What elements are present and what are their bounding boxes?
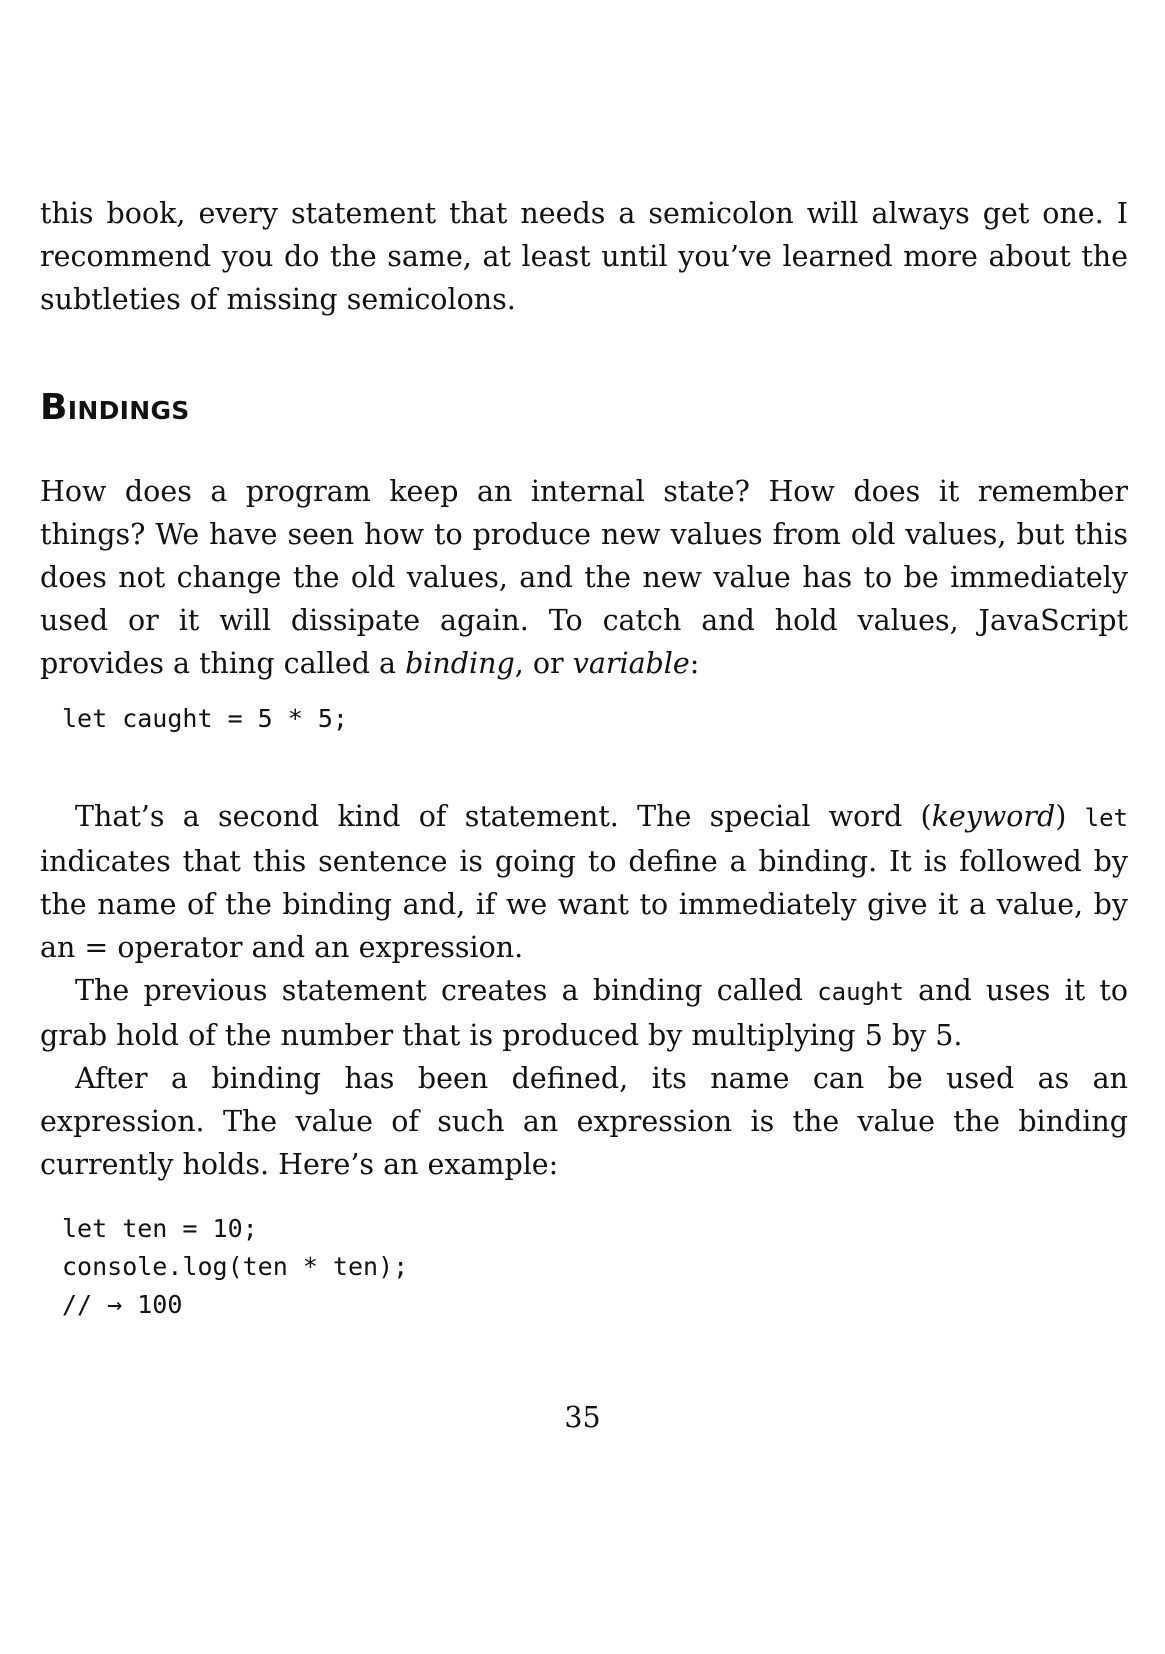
term-binding: binding (405, 647, 515, 680)
page-number: 35 (564, 1401, 601, 1434)
code-line: console.log(ten * ten); (62, 1252, 409, 1281)
code-line: // → 100 (62, 1290, 183, 1319)
code-line: let caught = 5 * 5; (62, 704, 348, 733)
term-variable: variable (572, 647, 690, 680)
code-line: let ten = 10; (62, 1214, 258, 1243)
paragraph-keyword: That’s a second kind of statement. The s… (40, 795, 1128, 969)
term-keyword: keyword (931, 800, 1056, 833)
paragraph-keyword-c: indicates that this sentence is going to… (40, 845, 1128, 964)
paragraph-caught: The previous statement creates a binding… (40, 969, 1128, 1057)
section-heading: Bindings (40, 387, 190, 428)
paragraph-caught-a: The previous statement creates a binding… (75, 974, 818, 1007)
paragraph-example: After a binding has been defined, its na… (40, 1062, 1128, 1181)
inline-code-let: let (1084, 804, 1128, 832)
code-block-2: let ten = 10; console.log(ten * ten); //… (40, 1210, 1128, 1324)
paragraph-intro: How does a program keep an internal stat… (40, 470, 1128, 685)
code-block-1: let caught = 5 * 5; (40, 700, 1128, 738)
inline-code-caught: caught (817, 978, 904, 1006)
paragraph-keyword-b: ) (1055, 800, 1085, 833)
page-content: this book, every statement that needs a … (40, 192, 1128, 1324)
paragraph-keyword-a: That’s a second kind of statement. The s… (75, 800, 932, 833)
paragraph-continuation: this book, every statement that needs a … (40, 197, 1128, 316)
paragraph-intro-end: : (689, 647, 700, 680)
paragraph-intro-mid: , or (514, 647, 573, 680)
